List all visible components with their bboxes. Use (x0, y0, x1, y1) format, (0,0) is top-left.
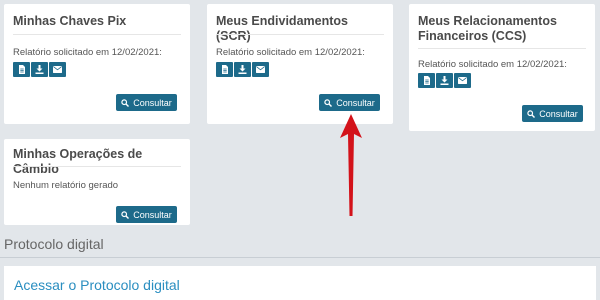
consultar-label: Consultar (539, 108, 578, 119)
email-report-button[interactable] (252, 62, 269, 77)
download-report-button[interactable] (31, 62, 48, 77)
view-report-button[interactable] (418, 73, 435, 88)
consultar-label: Consultar (133, 209, 172, 220)
download-icon (35, 65, 44, 74)
section-title-protocolo: Protocolo digital (4, 236, 104, 252)
consultar-label: Consultar (336, 97, 375, 108)
section-divider (0, 257, 600, 258)
card-divider (13, 166, 181, 167)
download-report-button[interactable] (436, 73, 453, 88)
email-report-button[interactable] (454, 73, 471, 88)
report-status-text: Relatório solicitado em 12/02/2021: (418, 59, 567, 70)
download-icon (238, 65, 247, 74)
card-operacoes-cambio: Minhas Operações de Câmbio Nenhum relató… (4, 139, 190, 225)
card-title: Meus Relacionamentos Financeiros (CCS) (418, 14, 557, 43)
card-divider (13, 34, 181, 35)
download-report-button[interactable] (234, 62, 251, 77)
view-report-button[interactable] (13, 62, 30, 77)
consultar-label: Consultar (133, 97, 172, 108)
report-actions (13, 62, 66, 77)
consultar-button[interactable]: Consultar (319, 94, 380, 111)
report-status-text: Relatório solicitado em 12/02/2021: (216, 47, 365, 58)
search-icon (527, 109, 536, 118)
card-divider (418, 48, 586, 49)
card-endividamentos: Meus Endividamentos (SCR) Relatório soli… (207, 4, 393, 124)
pdf-file-icon (423, 76, 430, 85)
email-icon (53, 66, 62, 73)
report-status-text: Relatório solicitado em 12/02/2021: (13, 47, 162, 58)
view-report-button[interactable] (216, 62, 233, 77)
card-title: Minhas Chaves Pix (13, 14, 127, 28)
report-status-text: Nenhum relatório gerado (13, 180, 119, 191)
card-relacionamentos: Meus Relacionamentos Financeiros (CCS) R… (409, 4, 595, 131)
annotation-arrow (340, 114, 362, 216)
pdf-file-icon (18, 65, 25, 74)
email-icon (458, 77, 467, 84)
consultar-button[interactable]: Consultar (522, 105, 583, 122)
card-title: Minhas Operações de Câmbio (13, 147, 143, 176)
search-icon (324, 98, 333, 107)
consultar-button[interactable]: Consultar (116, 94, 177, 111)
card-title: Meus Endividamentos (SCR) (216, 14, 348, 43)
report-actions (418, 73, 471, 88)
email-icon (256, 66, 265, 73)
report-actions (216, 62, 269, 77)
search-icon (121, 210, 130, 219)
search-icon (121, 98, 130, 107)
consultar-button[interactable]: Consultar (116, 206, 177, 223)
card-divider (216, 34, 384, 35)
protocol-card: Acessar o Protocolo digital (4, 266, 596, 300)
card-chaves-pix: Minhas Chaves Pix Relatório solicitado e… (4, 4, 190, 124)
email-report-button[interactable] (49, 62, 66, 77)
download-icon (440, 76, 449, 85)
protocol-link[interactable]: Acessar o Protocolo digital (14, 277, 180, 293)
pdf-file-icon (221, 65, 228, 74)
